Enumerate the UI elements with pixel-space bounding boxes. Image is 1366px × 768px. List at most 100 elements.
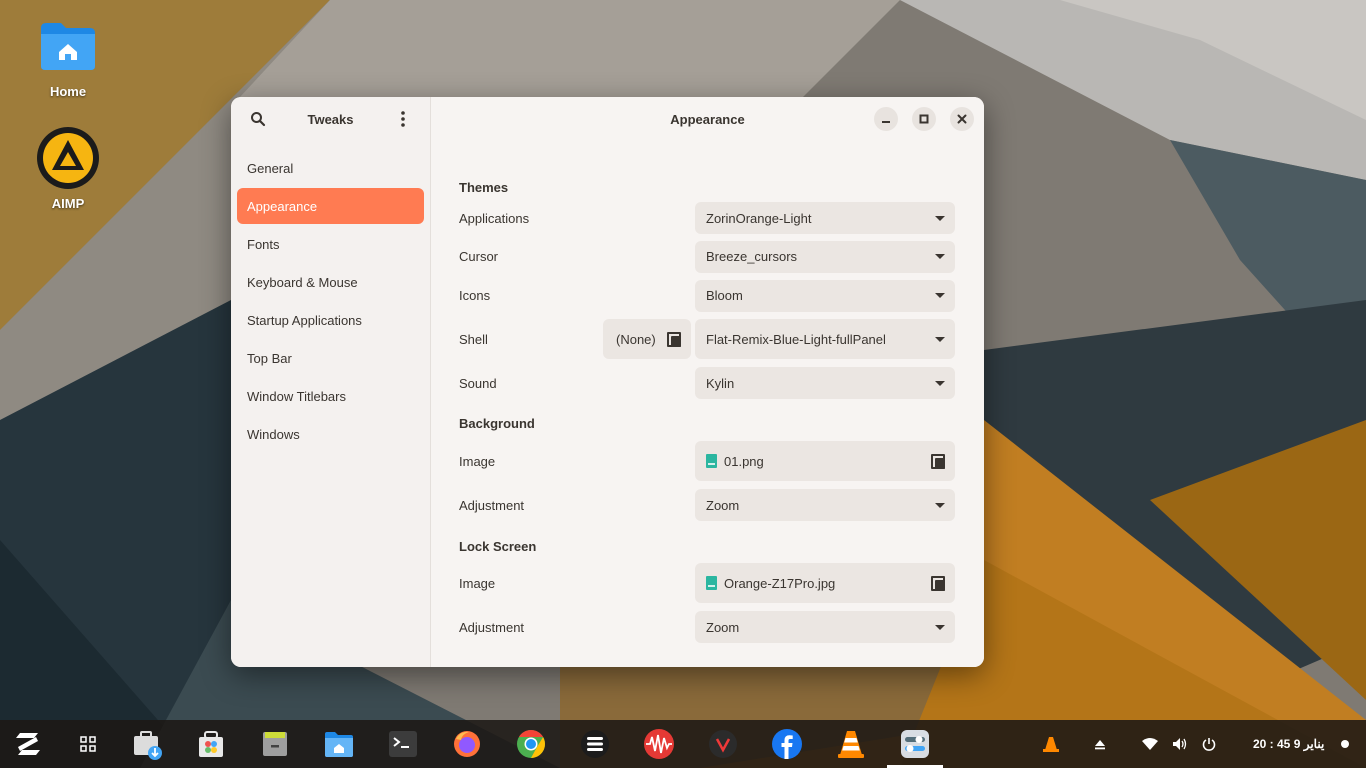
system-tray bbox=[1042, 720, 1060, 768]
setting-label: Adjustment bbox=[459, 497, 525, 513]
setting-label: Icons bbox=[459, 288, 491, 303]
cursor-theme-dropdown[interactable]: Breeze_cursors bbox=[695, 240, 955, 273]
audio-recorder-button[interactable] bbox=[643, 728, 675, 760]
tweaks-window: Tweaks General Appearance Fonts Keyboard… bbox=[231, 97, 984, 667]
chevron-down-icon bbox=[935, 254, 945, 259]
close-icon bbox=[957, 114, 967, 124]
close-button[interactable] bbox=[950, 107, 974, 131]
search-button[interactable] bbox=[245, 106, 271, 132]
notification-dot-icon[interactable] bbox=[1340, 739, 1350, 749]
setting-row-shell: Shell (None) Flat-Remix-Blue-Light-fullP… bbox=[459, 315, 955, 363]
file-chooser-icon bbox=[667, 331, 681, 347]
task-list-icon bbox=[581, 730, 609, 758]
section-heading-lock-screen: Lock Screen bbox=[459, 538, 537, 554]
archive-manager-button[interactable] bbox=[259, 728, 291, 760]
dropdown-value: Bloom bbox=[706, 288, 743, 303]
tweaks-icon bbox=[901, 730, 929, 758]
setting-row-lock-image: Image Orange-Z17Pro.jpg bbox=[459, 559, 955, 607]
vlc-button[interactable] bbox=[835, 728, 867, 760]
clock-text: 20 : 45 يناير 9 bbox=[1253, 737, 1325, 751]
file-chooser-value: Orange-Z17Pro.jpg bbox=[706, 576, 835, 591]
sidebar-item-top-bar[interactable]: Top Bar bbox=[237, 340, 424, 376]
sidebar-item-label: General bbox=[247, 160, 294, 176]
task-list-button[interactable] bbox=[579, 728, 611, 760]
sidebar-item-startup-applications[interactable]: Startup Applications bbox=[237, 302, 424, 338]
files-icon bbox=[325, 732, 353, 757]
dropdown-value: Zoom bbox=[706, 497, 740, 513]
file-chooser-icon bbox=[931, 453, 945, 469]
lock-screen-image-chooser[interactable]: Orange-Z17Pro.jpg bbox=[695, 563, 955, 603]
sidebar-title: Tweaks bbox=[307, 111, 354, 127]
eject-icon[interactable] bbox=[1094, 738, 1106, 750]
terminal-button[interactable] bbox=[387, 728, 419, 760]
setting-row-background-adjustment: Adjustment Zoom bbox=[459, 485, 955, 525]
sidebar-item-appearance[interactable]: Appearance bbox=[237, 188, 424, 224]
software-updater-icon bbox=[134, 731, 162, 760]
minimize-button[interactable] bbox=[874, 107, 898, 131]
desktop-icon-home[interactable]: Home bbox=[23, 14, 113, 99]
setting-label: Image bbox=[459, 575, 496, 591]
kebab-menu-icon bbox=[401, 111, 405, 127]
appearance-settings: Themes Applications ZorinOrange-Light Cu… bbox=[459, 175, 955, 647]
sidebar-header: Tweaks bbox=[231, 97, 430, 141]
dropdown-value: Flat-Remix-Blue-Light-fullPanel bbox=[706, 331, 886, 347]
menu-button[interactable] bbox=[390, 106, 416, 132]
sidebar-item-window-titlebars[interactable]: Window Titlebars bbox=[237, 378, 424, 414]
setting-label: Sound bbox=[459, 375, 497, 391]
vlc-tray-icon[interactable] bbox=[1042, 735, 1060, 753]
app-grid-button[interactable] bbox=[72, 728, 104, 760]
file-name: 01.png bbox=[724, 453, 764, 469]
sidebar: Tweaks General Appearance Fonts Keyboard… bbox=[231, 97, 431, 667]
desktop-icon-aimp[interactable]: AIMP bbox=[23, 126, 113, 211]
sidebar-list: General Appearance Fonts Keyboard & Mous… bbox=[231, 144, 430, 458]
chevron-down-icon bbox=[935, 336, 945, 342]
firefox-button[interactable] bbox=[451, 728, 483, 760]
setting-label: Shell bbox=[459, 331, 488, 347]
zorin-menu-icon bbox=[16, 733, 40, 755]
setting-label: Adjustment bbox=[459, 619, 525, 635]
file-chooser-value: 01.png bbox=[706, 454, 764, 469]
sidebar-item-general[interactable]: General bbox=[237, 150, 424, 186]
files-button[interactable] bbox=[323, 728, 355, 760]
shell-none-button[interactable]: (None) bbox=[603, 319, 691, 359]
background-image-chooser[interactable]: 01.png bbox=[695, 441, 955, 481]
status-indicators[interactable] bbox=[1142, 720, 1216, 768]
taskbar: 20 : 45 يناير 9 bbox=[0, 720, 1366, 768]
zorin-menu-button[interactable] bbox=[12, 728, 44, 760]
background-adjustment-dropdown[interactable]: Zoom bbox=[695, 489, 955, 521]
maximize-button[interactable] bbox=[912, 107, 936, 131]
clock[interactable]: 20 : 45 يناير 9 bbox=[1253, 720, 1324, 768]
facebook-button[interactable] bbox=[771, 728, 803, 760]
software-updater-button[interactable] bbox=[131, 728, 163, 760]
chrome-button[interactable] bbox=[515, 728, 547, 760]
file-chooser-icon bbox=[931, 575, 945, 591]
sidebar-item-keyboard-mouse[interactable]: Keyboard & Mouse bbox=[237, 264, 424, 300]
vivaldi-button[interactable] bbox=[707, 728, 739, 760]
vivaldi-icon bbox=[709, 730, 737, 758]
desktop-icon-label: Home bbox=[49, 84, 87, 99]
shell-controls: (None) Flat-Remix-Blue-Light-fullPanel bbox=[603, 319, 955, 359]
sidebar-item-label: Window Titlebars bbox=[247, 388, 346, 404]
jpeg-file-icon bbox=[706, 576, 717, 590]
sidebar-item-label: Keyboard & Mouse bbox=[247, 274, 358, 290]
setting-label: Applications bbox=[459, 210, 530, 226]
setting-row-background-image: Image 01.png bbox=[459, 437, 955, 485]
sidebar-item-windows[interactable]: Windows bbox=[237, 416, 424, 452]
applications-theme-dropdown[interactable]: ZorinOrange-Light bbox=[695, 202, 955, 234]
software-store-button[interactable] bbox=[195, 728, 227, 760]
sidebar-item-fonts[interactable]: Fonts bbox=[237, 226, 424, 262]
dropdown-value: Breeze_cursors bbox=[706, 249, 798, 264]
desktop-icon-label: AIMP bbox=[51, 196, 85, 211]
notification-tray bbox=[1340, 720, 1350, 768]
wifi-icon bbox=[1142, 738, 1158, 750]
icons-theme-dropdown[interactable]: Bloom bbox=[695, 279, 955, 312]
lock-screen-adjustment-dropdown[interactable]: Zoom bbox=[695, 611, 955, 643]
tweaks-button[interactable] bbox=[899, 728, 931, 760]
app-grid-icon bbox=[80, 736, 96, 752]
chevron-down-icon bbox=[935, 293, 945, 298]
setting-row-lock-adjustment: Adjustment Zoom bbox=[459, 607, 955, 647]
sidebar-item-label: Fonts bbox=[247, 236, 280, 252]
shell-theme-dropdown[interactable]: Flat-Remix-Blue-Light-fullPanel bbox=[695, 319, 955, 359]
sound-theme-dropdown[interactable]: Kylin bbox=[695, 367, 955, 399]
setting-row-icons: Icons Bloom bbox=[459, 276, 955, 315]
